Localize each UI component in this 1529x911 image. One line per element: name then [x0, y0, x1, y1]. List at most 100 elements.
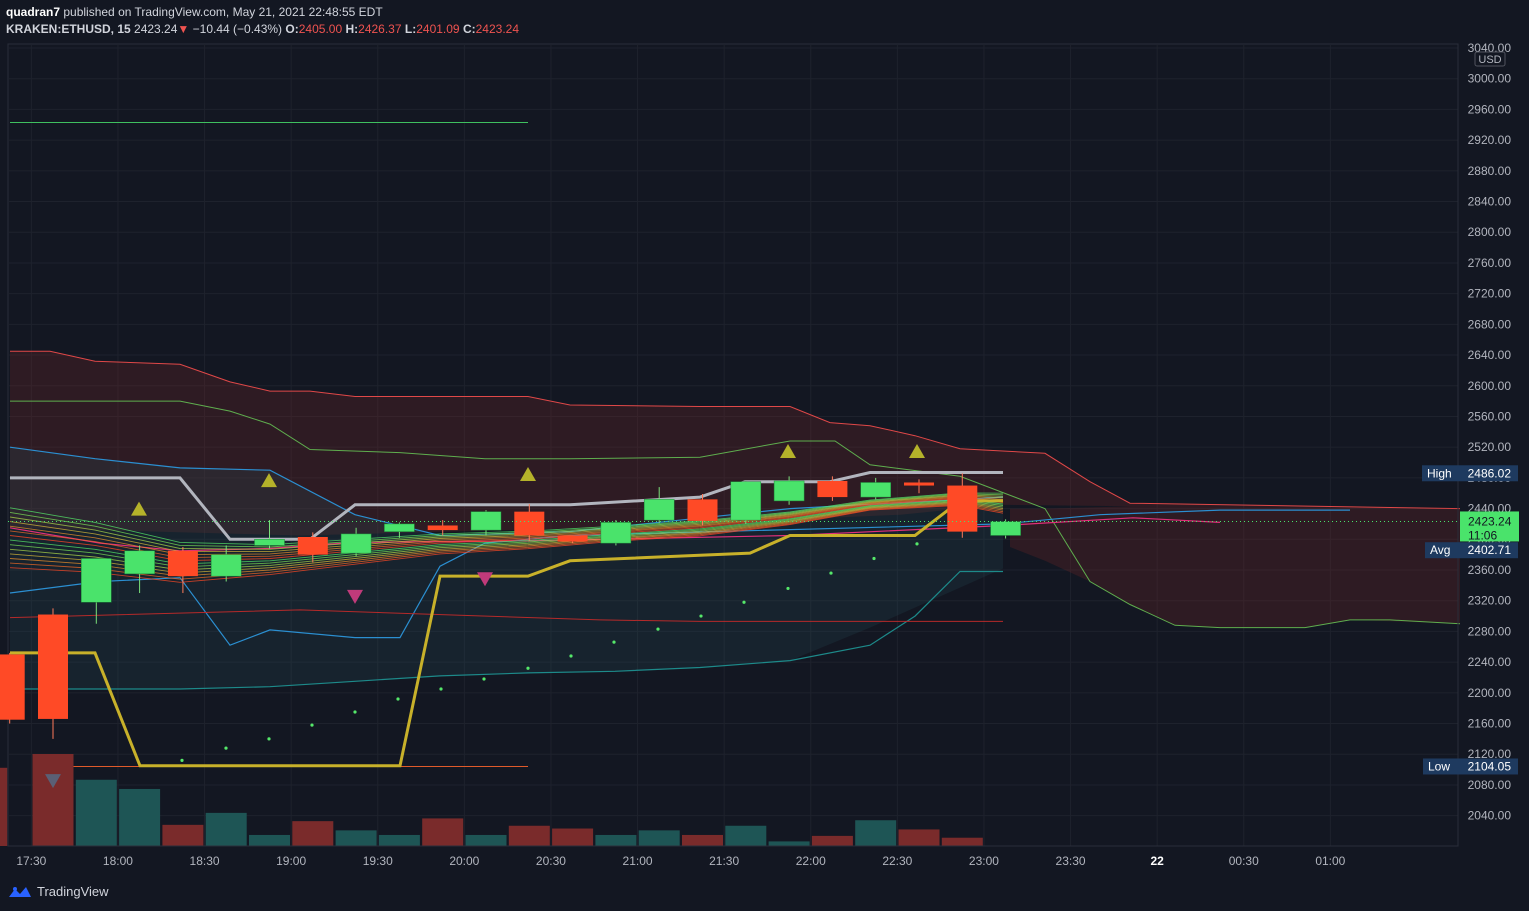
candle-body [557, 535, 588, 542]
low-value-text: 2104.05 [1468, 759, 1512, 773]
volume-bar [75, 779, 117, 846]
candle-body [124, 550, 155, 575]
sar-dot [656, 627, 660, 631]
tradingview-icon [9, 886, 31, 897]
y-tick-label: 2320.00 [1468, 594, 1512, 608]
y-tick-label: 2760.00 [1468, 256, 1512, 270]
x-tick-label: 22:00 [796, 854, 826, 868]
volume-bar [162, 824, 204, 846]
volume-bar [292, 821, 334, 846]
y-tick-label: 2720.00 [1468, 287, 1512, 301]
volume-bar [465, 834, 507, 846]
brand-label: TradingView [37, 884, 109, 899]
sar-dot [482, 677, 486, 681]
volume-bar [378, 834, 420, 846]
x-tick-label: 18:00 [103, 854, 133, 868]
sar-dot [396, 697, 400, 701]
y-tick-label: 2640.00 [1468, 348, 1512, 362]
volume-bar [682, 834, 723, 846]
y-tick-label: 3000.00 [1468, 72, 1512, 86]
sar-dot [612, 640, 616, 644]
volume-bar [595, 834, 637, 846]
volume-bar [0, 767, 8, 846]
volume-bar [249, 834, 290, 846]
countdown-text: 11:06 [1468, 528, 1497, 542]
candle-body [643, 499, 675, 521]
sar-dot [267, 737, 271, 741]
sar-dot [872, 556, 876, 561]
volume-bar [205, 812, 247, 846]
y-tick-label: 2800.00 [1468, 225, 1512, 239]
sar-dot [224, 746, 228, 750]
volume-bar [32, 754, 74, 846]
x-tick-label: 01:00 [1315, 854, 1345, 868]
y-tick-label: 2200.00 [1468, 686, 1512, 700]
sar-dot [526, 666, 530, 670]
y-tick-label: 2160.00 [1468, 717, 1512, 731]
candle-body [773, 480, 805, 502]
sar-dot [742, 600, 746, 604]
candle-body [904, 482, 934, 486]
candle-body [730, 481, 762, 521]
candle-body [427, 525, 458, 531]
avg-value-text: 2402.71 [1468, 543, 1512, 557]
currency-label: USD [1478, 54, 1501, 66]
sar-dot [439, 687, 443, 691]
sar-dot [786, 586, 790, 591]
candle-body [0, 654, 25, 720]
sar-dot [310, 723, 314, 727]
x-tick-label: 23:30 [1056, 854, 1086, 868]
volume-bar [638, 830, 680, 846]
volume-bar [768, 841, 810, 846]
candle-body [817, 480, 848, 498]
sar-dot [353, 710, 357, 714]
x-tick-label: 23:00 [969, 854, 999, 868]
volume-bar [422, 818, 464, 846]
price-chart[interactable]: :0017:3018:0018:3019:0019:3020:0020:3021… [0, 0, 1529, 876]
candle-body [38, 614, 68, 719]
y-tick-label: 2280.00 [1468, 624, 1512, 638]
sar-dot [180, 758, 184, 762]
volume-bar [552, 828, 594, 846]
candle-body [947, 485, 978, 532]
x-tick-label: 22:30 [882, 854, 912, 868]
candle-body [514, 511, 545, 536]
y-tick-label: 2560.00 [1468, 409, 1512, 423]
y-tick-label: 2840.00 [1468, 195, 1512, 209]
x-tick-label: 19:00 [276, 854, 306, 868]
volume-bar [855, 820, 897, 846]
volume-bar [811, 835, 853, 846]
x-tick-label: 20:30 [536, 854, 566, 868]
candle-body [600, 522, 632, 544]
candle-body [340, 533, 372, 554]
y-tick-label: 2520.00 [1468, 440, 1512, 454]
y-tick-label: 2920.00 [1468, 133, 1512, 147]
candle-body [384, 523, 415, 532]
y-tick-label: 2680.00 [1468, 317, 1512, 331]
x-tick-label: 18:30 [190, 854, 220, 868]
volume-bar [898, 829, 940, 846]
tradingview-logo[interactable]: TradingView [8, 884, 109, 899]
y-tick-label: 2240.00 [1468, 655, 1512, 669]
volume-bar [508, 825, 550, 846]
candle-body [470, 511, 502, 531]
x-tick-label: 17:30 [16, 854, 46, 868]
y-tick-label: 2880.00 [1468, 164, 1512, 178]
volume-bar [119, 788, 161, 846]
candle-body [210, 554, 242, 577]
x-tick-label: 21:00 [623, 854, 653, 868]
sar-dot [569, 654, 573, 658]
sar-dot [699, 614, 703, 618]
candle-body [254, 539, 285, 546]
x-tick-label: 20:00 [449, 854, 479, 868]
last-price-text: 2423.24 [1468, 514, 1512, 528]
candle-body [297, 536, 328, 555]
high-value-text: 2486.02 [1468, 466, 1512, 480]
sar-dot [915, 542, 919, 546]
candle-body [167, 550, 198, 577]
avg-label-text: Avg [1430, 543, 1450, 557]
candle-body [81, 558, 112, 603]
candle-body [990, 521, 1021, 536]
y-tick-label: 2600.00 [1468, 379, 1512, 393]
x-tick-label: 22 [1150, 854, 1164, 868]
